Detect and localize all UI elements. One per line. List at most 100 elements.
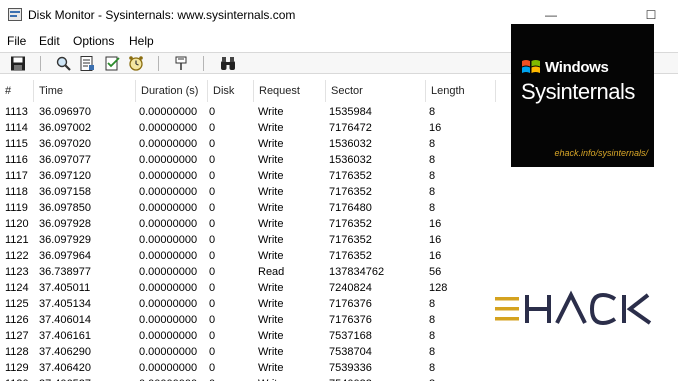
cell-length: 16 — [429, 122, 442, 134]
disk-monitor-app-icon — [8, 8, 22, 21]
menu-file[interactable]: File — [7, 34, 26, 48]
cell-sector: 1535984 — [329, 106, 372, 118]
cell-sector: 7176472 — [329, 122, 372, 134]
cell-time: 36.097928 — [39, 218, 91, 230]
table-row[interactable]: 1123 36.738977 0.00000000 0 Read 137834762 56 — [0, 264, 498, 280]
menu-options[interactable]: Options — [73, 34, 114, 48]
table-row[interactable]: 1125 37.405134 0.00000000 0 Write 7176376 8 — [0, 296, 498, 312]
filter-icon[interactable] — [104, 55, 122, 72]
cell-sector: 7176352 — [329, 170, 372, 182]
table-row[interactable]: 1127 37.406161 0.00000000 0 Write 7537168 8 — [0, 328, 498, 344]
binoculars-icon[interactable] — [219, 55, 237, 72]
cell-disk: 0 — [209, 202, 216, 214]
cell-sector: 7176376 — [329, 314, 372, 326]
table-row[interactable]: 1126 37.406014 0.00000000 0 Write 7176376 8 — [0, 312, 498, 328]
table-row[interactable]: 1129 37.406420 0.00000000 0 Write 7539336 8 — [0, 360, 498, 376]
cell-length: 8 — [429, 186, 436, 198]
cell-request: Write — [258, 346, 284, 358]
cell-length: 8 — [429, 138, 436, 150]
cell-disk: 0 — [209, 298, 216, 310]
cell-number: 1116 — [5, 154, 28, 166]
cell-length: 8 — [429, 330, 436, 342]
table-row[interactable]: 1130 37.406527 0.00000000 0 Write 7540032 8 — [0, 376, 498, 381]
column-header-request[interactable]: Request — [254, 80, 326, 102]
cell-length: 8 — [429, 376, 435, 381]
cell-request: Write — [258, 314, 284, 326]
cell-time: 37.406420 — [39, 362, 91, 374]
save-icon[interactable] — [9, 55, 27, 72]
table-header: # Time Duration (s) Disk Request Sector … — [0, 80, 498, 102]
menu-edit[interactable]: Edit — [39, 34, 60, 48]
table-row[interactable]: 1113 36.096970 0.00000000 0 Write 1535984 8 — [0, 104, 498, 120]
cell-length: 128 — [429, 282, 448, 294]
cell-duration: 0.00000000 — [139, 376, 197, 381]
cell-disk: 0 — [209, 376, 215, 381]
cell-duration: 0.00000000 — [139, 122, 198, 134]
cell-sector: 7176352 — [329, 250, 372, 262]
table-row[interactable]: 1119 36.097850 0.00000000 0 Write 7176480 8 — [0, 200, 498, 216]
cell-number: 1126 — [5, 314, 29, 326]
toolbar-separator — [203, 56, 204, 71]
table-row[interactable]: 1118 36.097158 0.00000000 0 Write 7176352 8 — [0, 184, 498, 200]
window-title: Disk Monitor - Sysinternals: www.sysinte… — [28, 8, 296, 22]
cell-duration: 0.00000000 — [139, 186, 198, 198]
table-row[interactable]: 1128 37.406290 0.00000000 0 Write 7538704 8 — [0, 344, 498, 360]
column-header-length[interactable]: Length — [426, 80, 496, 102]
cell-sector: 7176480 — [329, 202, 372, 214]
column-header-duration[interactable]: Duration (s) — [136, 80, 208, 102]
cell-disk: 0 — [209, 170, 216, 182]
cell-sector: 7240824 — [329, 282, 372, 294]
column-header-time[interactable]: Time — [34, 80, 136, 102]
column-header-disk[interactable]: Disk — [208, 80, 254, 102]
column-header-sector[interactable]: Sector — [326, 80, 426, 102]
cell-length: 8 — [429, 154, 436, 166]
cell-duration: 0.00000000 — [139, 266, 198, 278]
cell-duration: 0.00000000 — [139, 234, 198, 246]
cell-number: 1122 — [5, 250, 29, 262]
table-row[interactable]: 1121 36.097929 0.00000000 0 Write 7176352 16 — [0, 232, 498, 248]
cell-request: Write — [258, 106, 284, 118]
table-row[interactable]: 1116 36.097077 0.00000000 0 Write 1536032 8 — [0, 152, 498, 168]
table-row[interactable]: 1115 36.097020 0.00000000 0 Write 1536032 8 — [0, 136, 498, 152]
cell-request: Write — [258, 250, 284, 262]
toolbar-separator — [158, 56, 159, 71]
cell-request: Write — [258, 234, 284, 246]
table-row[interactable]: 1117 36.097120 0.00000000 0 Write 7176352 8 — [0, 168, 498, 184]
cell-request: Write — [258, 138, 284, 150]
cell-time: 37.405134 — [39, 298, 91, 310]
cell-time: 36.097929 — [39, 234, 91, 246]
cell-disk: 0 — [209, 362, 216, 374]
cell-length: 8 — [429, 298, 436, 310]
cell-time: 37.406527 — [39, 376, 91, 381]
cell-time: 36.097158 — [39, 186, 91, 198]
cell-request: Read — [258, 266, 285, 278]
menu-help[interactable]: Help — [129, 34, 154, 48]
logo-sysinternals-text: Sysinternals — [521, 79, 635, 104]
cell-disk: 0 — [209, 154, 216, 166]
cell-length: 8 — [429, 362, 436, 374]
pin-icon[interactable] — [172, 55, 190, 72]
table-row[interactable]: 1122 36.097964 0.00000000 0 Write 7176352 16 — [0, 248, 498, 264]
cell-sector: 7176376 — [329, 298, 372, 310]
cell-number: 1119 — [5, 202, 28, 214]
cell-disk: 0 — [209, 330, 216, 342]
cell-time: 37.405011 — [39, 282, 91, 294]
logo-url-text: ehack.info/sysinternals/ — [554, 148, 648, 158]
cell-number: 1113 — [5, 106, 28, 118]
alarm-clock-icon[interactable] — [127, 55, 145, 72]
cell-number: 1130 — [5, 376, 29, 381]
event-list[interactable]: 1113 36.096970 0.00000000 0 Write 1535984 8 111… — [0, 104, 498, 381]
table-row[interactable]: 1120 36.097928 0.00000000 0 Write 7176352 16 — [0, 216, 498, 232]
properties-icon[interactable] — [78, 55, 96, 72]
cell-disk: 0 — [209, 314, 216, 326]
sysinternals-logo: Windows Sysinternals ehack.info/sysinter… — [511, 24, 654, 167]
table-row[interactable]: 1114 36.097002 0.00000000 0 Write 7176472 16 — [0, 120, 498, 136]
cell-request: Write — [258, 202, 284, 214]
cell-number: 1129 — [5, 362, 29, 374]
table-row[interactable]: 1124 37.405011 0.00000000 0 Write 7240824 128 — [0, 280, 498, 296]
magnifier-icon[interactable] — [55, 55, 73, 72]
cell-duration: 0.00000000 — [139, 314, 198, 326]
column-header-number[interactable]: # — [0, 80, 34, 102]
cell-sector: 7540032 — [329, 376, 372, 381]
cell-request: Write — [258, 298, 284, 310]
